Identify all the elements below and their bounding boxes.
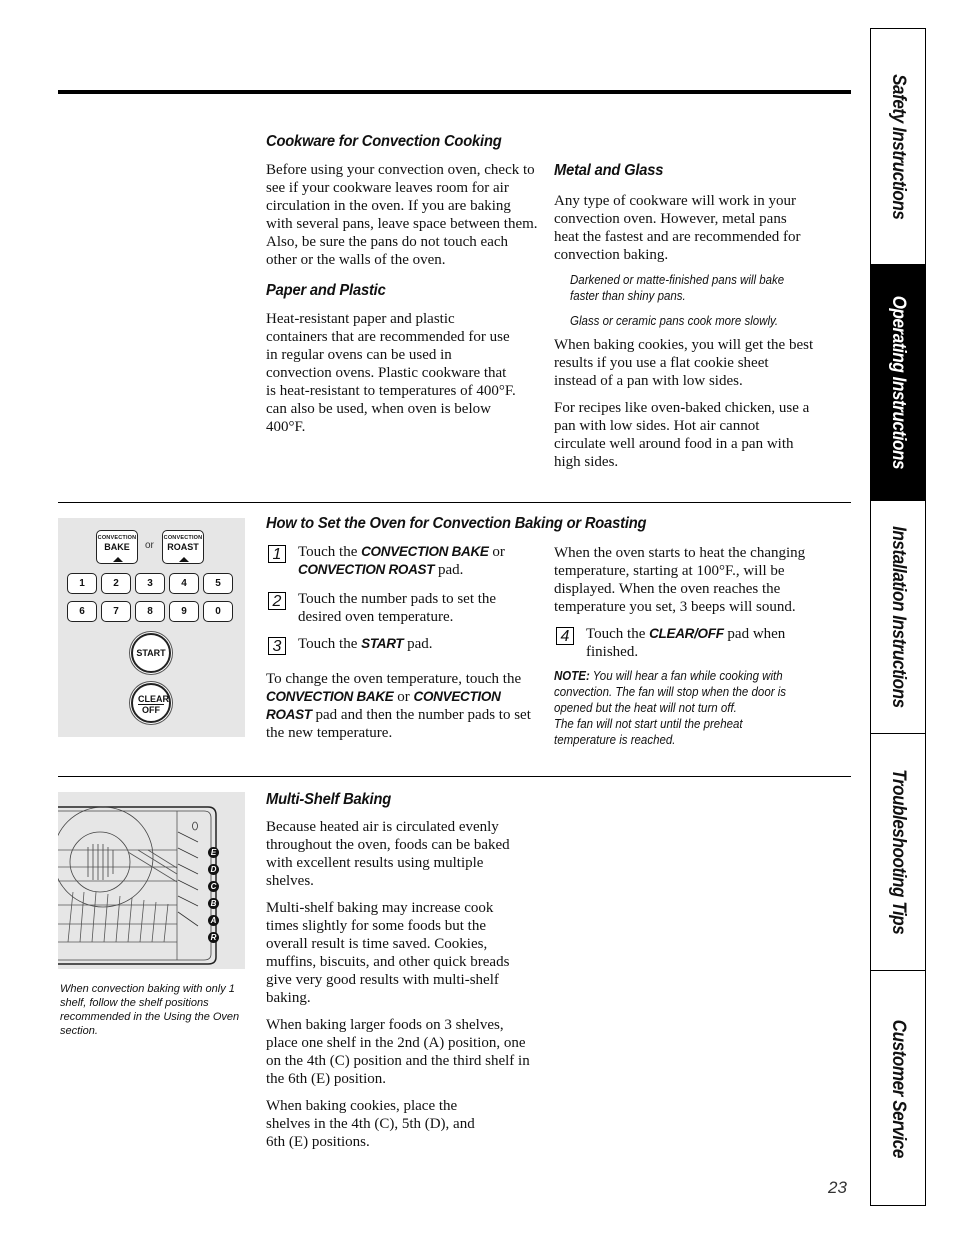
- tab-label: Operating Instructions: [888, 295, 909, 470]
- number-pad-2: 2: [101, 573, 131, 594]
- off-label: OFF: [142, 705, 160, 715]
- metal-glass-body-2: When baking cookies, you will get the be…: [554, 337, 814, 389]
- tab-safety-instructions[interactable]: Safety Instructions: [871, 28, 925, 264]
- metal-glass-body: Any type of cookware will work in your c…: [554, 193, 801, 263]
- side-tab-nav: Safety Instructions Operating Instructio…: [870, 28, 926, 1206]
- tab-operating-instructions[interactable]: Operating Instructions: [871, 264, 925, 500]
- step-3-text: Touch the START pad.: [298, 636, 433, 652]
- convection-bake-pad: CONVECTION BAKE: [96, 530, 138, 564]
- multi-shelf-p1: Because heated air is circulated evenly …: [266, 819, 510, 889]
- metal-glass-body-3: For recipes like oven-baked chicken, use…: [554, 400, 810, 470]
- tab-label: Troubleshooting Tips: [888, 769, 909, 935]
- number-pad-6: 6: [67, 601, 97, 622]
- fan-note: NOTE: You will hear a fan while cooking …: [554, 668, 829, 748]
- multi-shelf-section: Multi-Shelf Baking Because heated air is…: [266, 791, 531, 1151]
- shelf-caption: When convection baking with only 1 shelf…: [60, 983, 240, 1037]
- roast-label: ROAST: [167, 542, 199, 552]
- fan-note-text: NOTE: You will hear a fan while cooking …: [554, 669, 787, 747]
- shelf-label-a: A: [208, 915, 219, 926]
- section-divider: [58, 776, 851, 777]
- multi-shelf-p3: When baking larger foods on 3 shelves, p…: [266, 1017, 530, 1087]
- metal-glass-note-2: Glass or ceramic pans cook more slowly.: [570, 314, 779, 328]
- shelf-label-r: R: [208, 932, 219, 943]
- paper-plastic-body: Heat-resistant paper and plastic contain…: [266, 311, 516, 435]
- metal-glass-heading: Metal and Glass: [554, 162, 664, 179]
- multi-shelf-p2: Multi-shelf baking may increase cook tim…: [266, 900, 510, 1006]
- start-pad: START: [131, 633, 171, 673]
- step-3: 3 Touch the START pad.: [268, 635, 538, 655]
- number-pad-5: 5: [203, 573, 233, 594]
- metal-glass-note-1: Darkened or matte-finished pans will bak…: [570, 273, 785, 303]
- step-1-text: Touch the CONVECTION BAKE or CONVECTION …: [298, 544, 505, 578]
- clear-label: CLEAR: [138, 694, 169, 705]
- cookware-body: Before using your convection oven, check…: [266, 162, 538, 268]
- step-2: 2 Touch the number pads to set the desir…: [268, 590, 538, 626]
- shelf-label-b: B: [208, 898, 219, 909]
- multi-shelf-heading: Multi-Shelf Baking: [266, 791, 392, 808]
- bake-label: BAKE: [104, 542, 130, 552]
- cookware-heading: Cookware for Convection Cooking: [266, 133, 502, 150]
- convection-setup-heading: How to Set the Oven for Convection Bakin…: [266, 515, 647, 532]
- section-divider: [58, 502, 851, 503]
- number-pad-4: 4: [169, 573, 199, 594]
- shelf-label-c: C: [208, 881, 219, 892]
- change-temp-text: To change the oven temperature, touch th…: [266, 671, 531, 741]
- heat-text: When the oven starts to heat the changin…: [554, 545, 806, 615]
- step-4: 4 Touch the CLEAR/OFF pad when finished.: [556, 625, 826, 661]
- convection-label: CONVECTION: [163, 535, 203, 541]
- step-number-1: 1: [268, 545, 286, 563]
- number-pad-0: 0: [203, 601, 233, 622]
- step-number-2: 2: [268, 592, 286, 610]
- multi-shelf-p4: When baking cookies, place the shelves i…: [266, 1098, 475, 1150]
- indicator-triangle-icon: [113, 557, 123, 562]
- shelf-label-e: E: [208, 847, 219, 858]
- clear-off-pad: CLEAR OFF: [131, 683, 171, 723]
- number-pad-9: 9: [169, 601, 199, 622]
- number-pad-8: 8: [135, 601, 165, 622]
- step-2-text: Touch the number pads to set the desired…: [298, 591, 497, 625]
- convection-roast-pad: CONVECTION ROAST: [162, 530, 204, 564]
- top-rule: [58, 90, 851, 94]
- tab-label: Installation Instructions: [888, 526, 909, 708]
- number-pad-3: 3: [135, 573, 165, 594]
- convection-label: CONVECTION: [97, 535, 137, 541]
- step-4-text: Touch the CLEAR/OFF pad when finished.: [586, 626, 786, 660]
- tab-installation-instructions[interactable]: Installation Instructions: [871, 500, 925, 733]
- control-panel-illustration: CONVECTION BAKE or CONVECTION ROAST 1 2 …: [58, 518, 245, 737]
- page-number: 23: [828, 1178, 847, 1197]
- step-number-3: 3: [268, 637, 286, 655]
- cookware-section: Cookware for Convection Cooking Before u…: [266, 133, 541, 436]
- tab-label: Customer Service: [888, 1019, 909, 1158]
- step-1: 1 Touch the CONVECTION BAKE or CONVECTIO…: [268, 543, 538, 579]
- paper-plastic-heading: Paper and Plastic: [266, 282, 386, 299]
- oven-shelf-illustration: E D C B A R: [52, 792, 245, 969]
- number-pad-7: 7: [101, 601, 131, 622]
- tab-troubleshooting-tips[interactable]: Troubleshooting Tips: [871, 733, 925, 970]
- tab-label: Safety Instructions: [888, 73, 909, 220]
- shelf-position-labels: E D C B A R: [208, 847, 220, 943]
- or-label: or: [145, 540, 154, 551]
- indicator-triangle-icon: [179, 557, 189, 562]
- shelf-label-d: D: [208, 864, 219, 875]
- step-number-4: 4: [556, 627, 574, 645]
- tab-customer-service[interactable]: Customer Service: [871, 970, 925, 1206]
- metal-glass-section: Metal and Glass Any type of cookware wil…: [554, 162, 814, 471]
- number-pad-1: 1: [67, 573, 97, 594]
